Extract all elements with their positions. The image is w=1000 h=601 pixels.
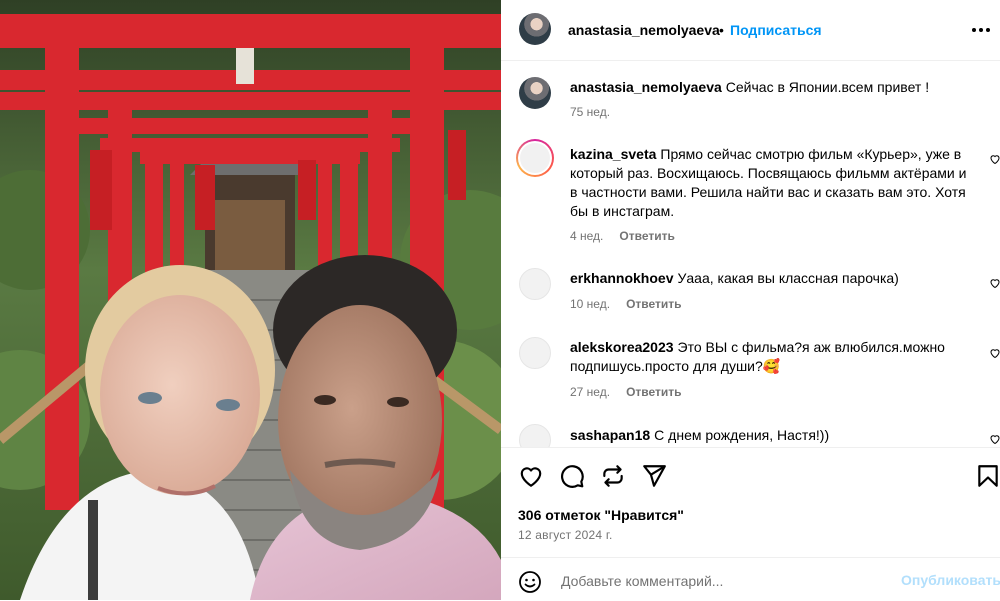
caption-username[interactable]: anastasia_nemolyaeva <box>570 79 722 95</box>
comment-avatar[interactable] <box>519 337 551 369</box>
comment-item: sashapan18 С днем рождения, Настя!)) <box>517 424 1000 447</box>
more-horizontal-icon[interactable] <box>971 21 991 39</box>
comment-body: Уааа, какая вы классная парочка) <box>677 270 899 286</box>
reply-button[interactable]: Ответить <box>619 229 674 243</box>
heart-icon[interactable] <box>989 433 1000 445</box>
comments-list[interactable]: anastasia_nemolyaeva Сейчас в Японии.всем… <box>501 61 1000 447</box>
comment-username[interactable]: alekskorea2023 <box>570 339 674 355</box>
post-header: anastasia_nemolyaeva • Подписаться <box>501 0 1000 61</box>
follow-button[interactable]: Подписаться <box>730 22 822 38</box>
heart-icon[interactable] <box>989 153 1000 165</box>
comment-text: sashapan18 С днем рождения, Настя!)) <box>570 426 976 445</box>
comment-time[interactable]: 4 нед. <box>570 229 603 243</box>
likes-count[interactable]: 306 отметок "Нравится" <box>518 507 684 523</box>
author-avatar[interactable] <box>519 13 551 45</box>
comment-item: erkhannokhoev Уааа, какая вы классная пар… <box>517 268 1000 328</box>
publish-button[interactable]: Опубликовать <box>901 572 1000 588</box>
comment-time[interactable]: 10 нед. <box>570 297 610 311</box>
comment-text: alekskorea2023 Это ВЫ с фильма?я аж влюби… <box>570 338 976 376</box>
separator-dot: • <box>719 22 724 38</box>
comment-item: alekskorea2023 Это ВЫ с фильма?я аж влюби… <box>517 337 1000 407</box>
comment-input[interactable] <box>559 566 883 596</box>
post-photo[interactable] <box>0 0 501 600</box>
author-username[interactable]: anastasia_nemolyaeva <box>568 22 720 38</box>
heart-icon[interactable] <box>989 347 1000 359</box>
comment-meta: 10 нед. Ответить <box>570 297 682 311</box>
comment-time[interactable]: 27 нед. <box>570 385 610 399</box>
comment-username[interactable]: kazina_sveta <box>570 146 656 162</box>
caption-avatar[interactable] <box>519 77 551 109</box>
heart-icon[interactable] <box>989 277 1000 289</box>
caption-text: anastasia_nemolyaeva Сейчас в Японии.всем… <box>570 78 976 97</box>
add-comment-bar: Опубликовать <box>501 557 1000 601</box>
comment-avatar[interactable] <box>519 268 551 300</box>
comment-body: С днем рождения, Настя!)) <box>654 427 830 443</box>
reply-button[interactable]: Ответить <box>626 385 681 399</box>
comment-meta: 4 нед. Ответить <box>570 229 675 243</box>
comment-username[interactable]: erkhannokhoev <box>570 270 673 286</box>
post-panel: anastasia_nemolyaeva • Подписаться anast… <box>501 0 1000 600</box>
caption-meta: 75 нед. <box>570 105 610 119</box>
comment-item: kazina_sveta Прямо сейчас смотрю фильм «К… <box>516 139 1000 251</box>
comment-username[interactable]: sashapan18 <box>570 427 650 443</box>
story-ring-avatar[interactable] <box>516 139 554 177</box>
reply-button[interactable]: Ответить <box>626 297 681 311</box>
comment-meta: 27 нед. Ответить <box>570 385 682 399</box>
post-actions: 306 отметок "Нравится" 12 август 2024 г. <box>501 447 1000 558</box>
selfie-image <box>0 0 501 600</box>
comment-avatar[interactable] <box>519 424 551 447</box>
send-icon[interactable] <box>641 463 667 489</box>
comment-icon[interactable] <box>559 463 585 489</box>
caption-body: Сейчас в Японии.всем привет ! <box>725 79 930 95</box>
bookmark-icon[interactable] <box>975 463 1000 489</box>
caption: anastasia_nemolyaeva Сейчас в Японии.всем… <box>517 77 987 127</box>
post-date[interactable]: 12 август 2024 г. <box>518 528 612 542</box>
emoji-icon[interactable] <box>518 570 542 594</box>
comment-text: erkhannokhoev Уааа, какая вы классная пар… <box>570 269 976 288</box>
caption-time[interactable]: 75 нед. <box>570 105 610 119</box>
comment-text: kazina_sveta Прямо сейчас смотрю фильм «К… <box>570 145 976 221</box>
share-icon[interactable] <box>600 463 626 489</box>
heart-icon[interactable] <box>518 463 544 489</box>
